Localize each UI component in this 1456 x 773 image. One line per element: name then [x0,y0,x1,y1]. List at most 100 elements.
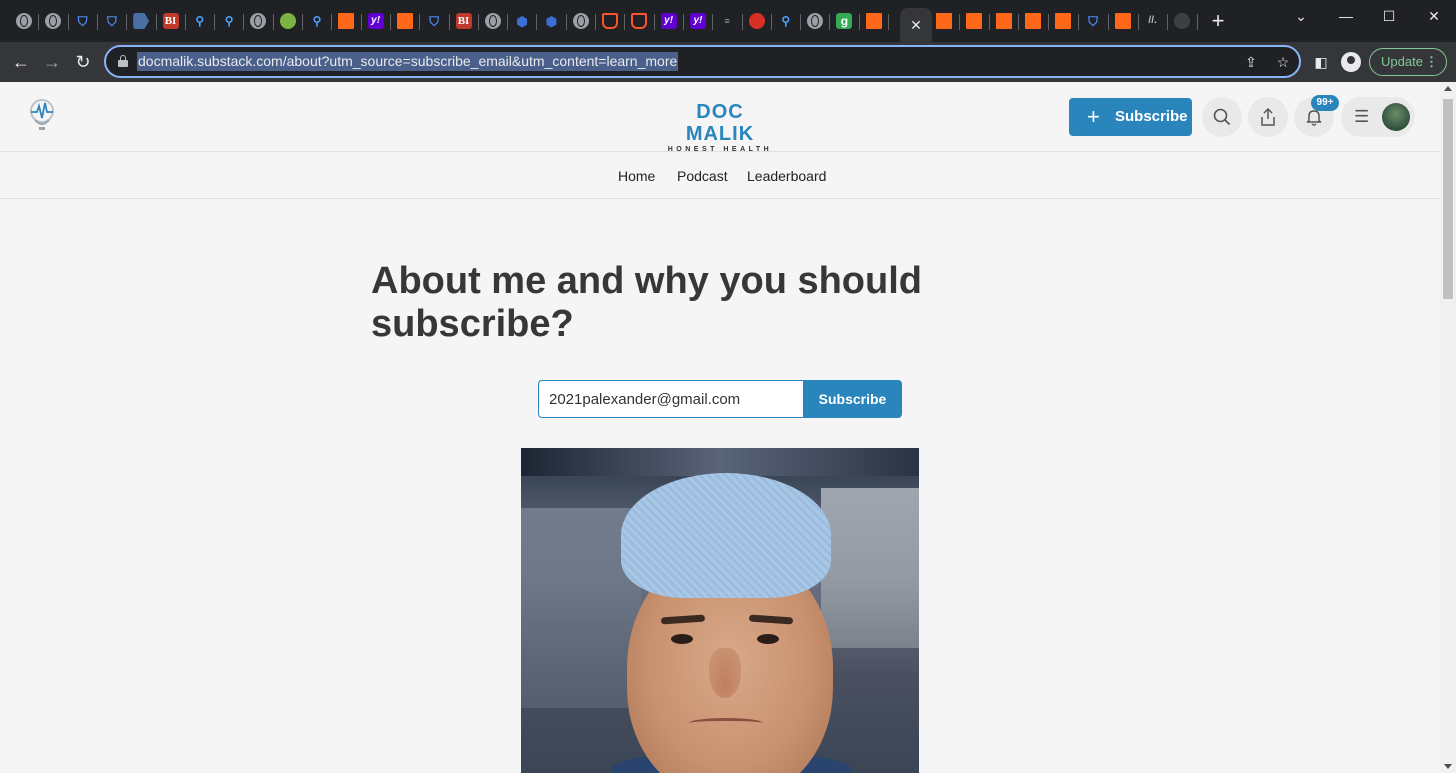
browser-tab[interactable] [14,10,34,32]
maximize-icon[interactable]: ☐ [1377,6,1401,26]
forward-icon[interactable]: → [40,50,64,74]
side-panel-icon[interactable]: ◧ [1311,52,1331,72]
browser-tab[interactable]: y! [688,10,708,32]
browser-tab[interactable]: ⚲ [776,10,796,32]
browser-tab[interactable]: ⚲ [190,10,210,32]
browser-tab[interactable] [934,10,954,32]
browser-tab[interactable] [1053,10,1073,32]
tab-separator [682,14,684,30]
nav-home[interactable]: Home [618,167,655,185]
site-logo-microphone-icon[interactable] [26,98,58,134]
tab-separator [1048,14,1050,30]
browser-tab[interactable]: BI [454,10,474,32]
grey-text-icon: ≡ [724,15,730,26]
browser-tab[interactable] [1023,10,1043,32]
browser-tab[interactable]: //. [1143,10,1163,32]
globe-icon [572,13,589,29]
scrollbar-thumb[interactable] [1443,99,1453,299]
browser-tab[interactable]: ⬢ [512,10,532,32]
tab-separator [800,14,802,30]
browser-tab[interactable] [278,10,298,32]
search-icon[interactable] [1202,97,1242,137]
header-subscribe-button[interactable]: + Subscribe [1069,98,1192,136]
browser-tab[interactable] [964,10,984,32]
email-field[interactable] [538,380,804,418]
lock-icon[interactable] [118,55,128,67]
scroll-down-icon[interactable] [1444,764,1452,769]
globe-icon [484,13,501,29]
author-photo [521,448,919,773]
browser-tab[interactable] [395,10,415,32]
browser-tab[interactable] [571,10,591,32]
browser-tab[interactable]: ⚲ [219,10,239,32]
reload-icon[interactable]: ↻ [71,50,95,74]
close-tab-icon[interactable]: ✕ [910,17,922,34]
tab-separator [302,14,303,30]
browser-tab[interactable] [994,10,1014,32]
form-subscribe-button[interactable]: Subscribe [803,380,902,418]
tab-separator [741,14,743,30]
user-menu-button[interactable]: ☰ [1341,97,1415,137]
browser-tab[interactable]: ⚲ [307,10,327,32]
active-tab[interactable]: ✕ [900,8,932,42]
browser-tab[interactable] [629,10,649,32]
browser-tab[interactable]: ⛉ [102,10,122,32]
browser-tab[interactable] [248,10,268,32]
url-text[interactable]: docmalik.substack.com/about?utm_source=s… [137,52,679,71]
tab-separator [184,14,186,30]
tab-separator [624,14,626,30]
brand-title: DOC MALIK [685,101,755,145]
browser-tab[interactable]: ≡ [717,10,737,32]
brand-logo[interactable]: DOC MALIK HONEST HEALTH [663,101,777,154]
bookmark-star-icon[interactable]: ☆ [1274,53,1292,71]
nav-leaderboard[interactable]: Leaderboard [747,167,826,185]
play-icon [279,13,296,29]
tab-separator [96,14,98,30]
browser-tab[interactable]: ⛉ [1083,10,1103,32]
scroll-up-icon[interactable] [1444,86,1452,91]
page-scrollbar[interactable] [1440,82,1456,773]
search-icon: ⚲ [312,14,322,28]
update-button[interactable]: Update ⋮ [1369,48,1447,76]
browser-tab[interactable]: BI [161,10,181,32]
new-tab-button[interactable]: + [1208,10,1228,32]
substack-icon [936,13,952,29]
tab-separator [272,14,274,30]
globe-icon [16,13,32,29]
tab-separator [888,14,889,30]
browser-tab[interactable] [600,10,620,32]
tab-separator [958,14,960,30]
browser-tab[interactable]: ⛉ [424,10,444,32]
tab-separator [331,14,333,30]
share-upload-icon[interactable] [1248,97,1288,137]
browser-tab[interactable] [1172,10,1192,32]
back-icon[interactable]: ← [9,50,33,74]
browser-tab[interactable] [747,10,767,32]
browser-tab[interactable]: y! [659,10,679,32]
tab-separator [389,14,391,30]
browser-tab[interactable]: ⬢ [541,10,561,32]
address-bar[interactable]: docmalik.substack.com/about?utm_source=s… [104,45,1301,78]
browser-tab[interactable] [805,10,825,32]
browser-tab[interactable]: ⛉ [73,10,93,32]
browser-tab[interactable] [1113,10,1133,32]
hexagon-icon: ⬢ [545,13,558,29]
tab-separator [1167,14,1169,30]
brave-icon [631,13,648,29]
tab-search-chevron-icon[interactable]: ⌄ [1289,6,1313,26]
window-close-icon[interactable]: ✕ [1422,6,1446,26]
hexagon-icon: ⬢ [516,13,528,29]
browser-tab[interactable]: y! [366,10,386,32]
browser-tab[interactable] [483,10,503,32]
tab-separator [507,14,509,30]
browser-tab[interactable] [43,10,63,32]
more-menu-icon[interactable]: ⋮ [1425,49,1438,75]
browser-tab[interactable] [864,10,884,32]
browser-tab[interactable] [131,10,151,32]
browser-tab[interactable] [336,10,356,32]
profile-icon[interactable] [1341,52,1361,72]
minimize-icon[interactable]: — [1334,6,1358,26]
browser-tab[interactable]: g [834,10,854,32]
nav-podcast[interactable]: Podcast [677,167,728,185]
share-icon[interactable]: ⇪ [1242,53,1260,71]
